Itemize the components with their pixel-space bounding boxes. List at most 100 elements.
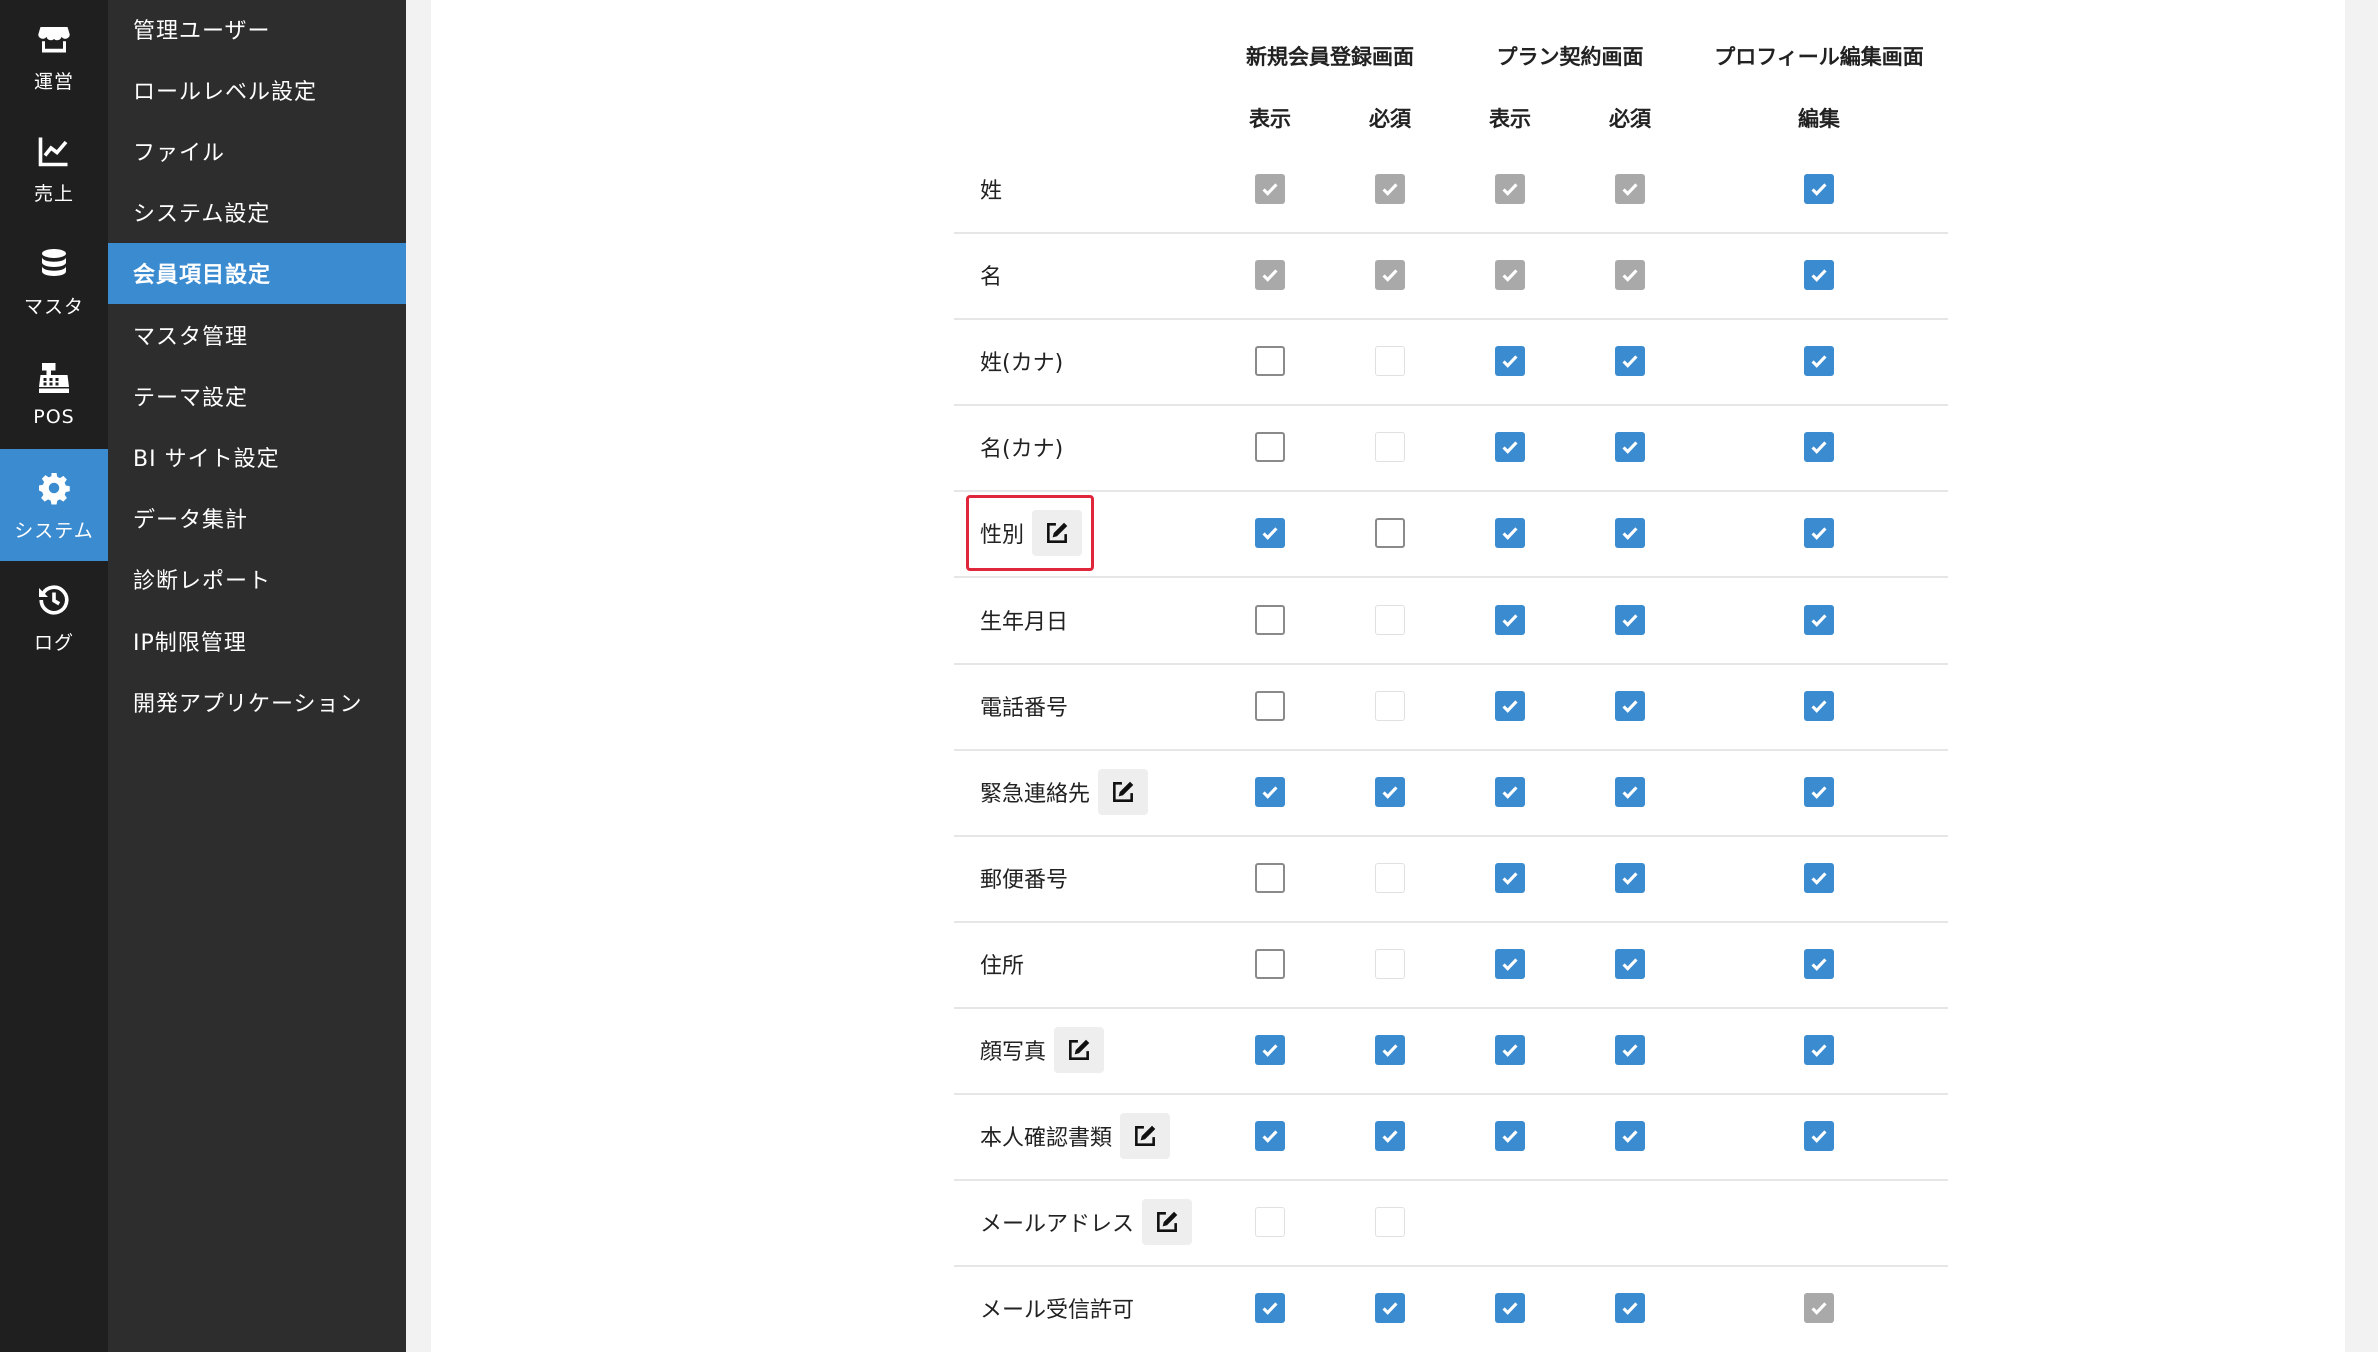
setting-checkbox[interactable] xyxy=(1495,1035,1525,1065)
setting-checkbox[interactable] xyxy=(1615,518,1645,549)
field-name: 名(カナ) xyxy=(980,437,1064,463)
setting-checkbox[interactable] xyxy=(1615,432,1645,463)
setting-checkbox[interactable] xyxy=(1495,518,1525,549)
submenu-item-0[interactable]: 管理ユーザー xyxy=(108,0,406,59)
setting-checkbox[interactable] xyxy=(1495,432,1525,463)
submenu-item-6[interactable]: テーマ設定 xyxy=(108,365,406,426)
field-name: 生年月日 xyxy=(980,609,1069,635)
setting-checkbox[interactable] xyxy=(1375,776,1405,807)
field-name: 顔写真 xyxy=(980,1040,1047,1065)
setting-checkbox[interactable] xyxy=(1255,862,1285,893)
setting-checkbox[interactable] xyxy=(1255,1293,1285,1324)
setting-checkbox[interactable] xyxy=(1255,346,1285,377)
setting-checkbox[interactable] xyxy=(1255,776,1285,807)
setting-checkbox[interactable] xyxy=(1615,862,1645,893)
setting-checkbox[interactable] xyxy=(1804,518,1834,549)
setting-checkbox[interactable] xyxy=(1495,948,1525,979)
setting-checkbox[interactable] xyxy=(1495,346,1525,377)
setting-checkbox[interactable] xyxy=(1615,776,1645,807)
edit-icon xyxy=(1110,779,1136,805)
field-name: 緊急連絡先 xyxy=(980,781,1091,807)
field-name: 本人確認書類 xyxy=(980,1126,1113,1152)
edit-field-button[interactable] xyxy=(1120,1113,1171,1160)
setting-checkbox[interactable] xyxy=(1804,346,1834,377)
field-row-label: 名(カナ) xyxy=(980,424,1063,470)
edit-field-button[interactable] xyxy=(1054,1027,1105,1073)
rail-item-4[interactable]: システム xyxy=(0,449,108,561)
setting-checkbox[interactable] xyxy=(1495,1121,1525,1152)
column-header: 表示 xyxy=(1249,107,1291,131)
system-submenu: 管理ユーザー ロールレベル設定 ファイル システム設定 会員項目設定 マスタ管理 テーマ設定… xyxy=(108,0,406,1352)
setting-checkbox[interactable] xyxy=(1495,690,1525,721)
setting-checkbox[interactable] xyxy=(1255,948,1285,979)
cash-register-icon xyxy=(34,358,74,398)
edit-field-button[interactable] xyxy=(1098,768,1149,815)
setting-checkbox xyxy=(1495,174,1525,204)
field-name: 名 xyxy=(980,265,1003,291)
setting-checkbox[interactable] xyxy=(1804,1121,1834,1152)
rail-item-5[interactable]: ログ xyxy=(0,561,108,673)
rail-item-0[interactable]: 運営 xyxy=(0,0,108,112)
setting-checkbox[interactable] xyxy=(1495,1293,1525,1324)
setting-checkbox[interactable] xyxy=(1375,518,1405,549)
submenu-item-8[interactable]: データ集計 xyxy=(108,488,406,549)
setting-checkbox[interactable] xyxy=(1255,518,1285,549)
setting-checkbox[interactable] xyxy=(1804,690,1834,721)
setting-checkbox[interactable] xyxy=(1495,604,1525,635)
setting-checkbox[interactable] xyxy=(1804,1035,1834,1065)
setting-checkbox[interactable] xyxy=(1804,432,1834,463)
setting-checkbox[interactable] xyxy=(1615,948,1645,979)
submenu-item-1[interactable]: ロールレベル設定 xyxy=(108,59,406,120)
group-header: 新規会員登録画面 xyxy=(1246,45,1414,69)
setting-checkbox[interactable] xyxy=(1255,432,1285,463)
row-divider xyxy=(954,1006,1948,1009)
setting-checkbox[interactable] xyxy=(1615,1293,1645,1324)
setting-checkbox[interactable] xyxy=(1255,604,1285,635)
setting-checkbox[interactable] xyxy=(1615,1121,1645,1152)
edit-field-button[interactable] xyxy=(1142,1199,1193,1246)
setting-checkbox[interactable] xyxy=(1375,1121,1405,1152)
edit-icon xyxy=(1132,1123,1158,1149)
setting-checkbox xyxy=(1804,1293,1834,1324)
field-row-label: 顔写真 xyxy=(980,1027,1105,1073)
setting-checkbox[interactable] xyxy=(1804,174,1834,204)
field-row-label: 郵便番号 xyxy=(980,855,1068,901)
setting-checkbox[interactable] xyxy=(1804,948,1834,979)
setting-checkbox[interactable] xyxy=(1375,1035,1405,1065)
setting-checkbox[interactable] xyxy=(1495,862,1525,893)
setting-checkbox xyxy=(1375,346,1405,377)
setting-checkbox xyxy=(1375,432,1405,463)
row-divider xyxy=(954,748,1948,751)
setting-checkbox[interactable] xyxy=(1495,776,1525,807)
setting-checkbox[interactable] xyxy=(1804,776,1834,807)
setting-checkbox[interactable] xyxy=(1255,1121,1285,1152)
submenu-item-7[interactable]: BI サイト設定 xyxy=(108,426,406,487)
setting-checkbox xyxy=(1255,1207,1285,1238)
submenu-item-9[interactable]: 診断レポート xyxy=(108,549,406,610)
submenu-item-10[interactable]: IP制限管理 xyxy=(108,610,406,671)
rail-item-2[interactable]: マスタ xyxy=(0,225,108,337)
submenu-item-3[interactable]: システム設定 xyxy=(108,182,406,243)
setting-checkbox[interactable] xyxy=(1804,260,1834,291)
setting-checkbox[interactable] xyxy=(1804,604,1834,635)
column-header: 編集 xyxy=(1798,107,1840,131)
setting-checkbox[interactable] xyxy=(1255,690,1285,721)
rail-item-3[interactable]: POS xyxy=(0,337,108,449)
setting-checkbox[interactable] xyxy=(1804,862,1834,893)
submenu-item-2[interactable]: ファイル xyxy=(108,120,406,181)
setting-checkbox xyxy=(1615,174,1645,204)
rail-item-1[interactable]: 売上 xyxy=(0,112,108,224)
column-header: 必須 xyxy=(1369,107,1411,131)
setting-checkbox[interactable] xyxy=(1615,346,1645,377)
setting-checkbox[interactable] xyxy=(1615,690,1645,721)
field-row-label: メールアドレス xyxy=(980,1199,1193,1246)
submenu-item-11[interactable]: 開発アプリケーション xyxy=(108,671,406,732)
setting-checkbox[interactable] xyxy=(1615,604,1645,635)
setting-checkbox[interactable] xyxy=(1375,1293,1405,1324)
submenu-item-4[interactable]: 会員項目設定 xyxy=(108,242,406,304)
right-gutter xyxy=(2345,0,2378,1352)
row-divider xyxy=(954,232,1948,234)
submenu-item-5[interactable]: マスタ管理 xyxy=(108,304,406,365)
setting-checkbox[interactable] xyxy=(1615,1035,1645,1065)
setting-checkbox[interactable] xyxy=(1255,1035,1285,1065)
